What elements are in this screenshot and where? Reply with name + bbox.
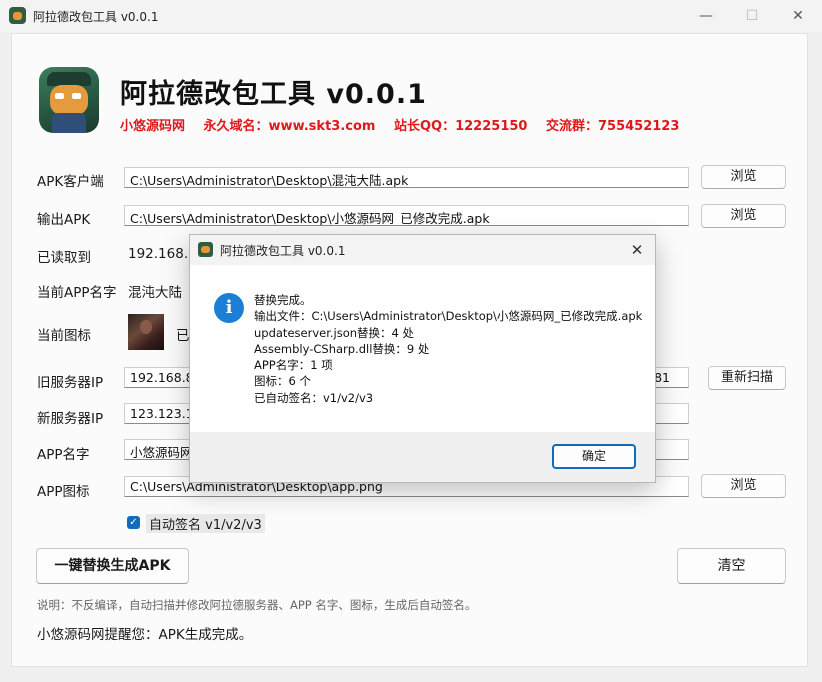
app-logo-icon [39, 67, 99, 133]
maximize-icon[interactable]: ☐ [729, 0, 775, 32]
apk-client-input[interactable]: C:\Users\Administrator\Desktop\混沌大陆.apk [124, 167, 689, 188]
page-title: 阿拉德改包工具 v0.0.1 [120, 79, 427, 110]
old-server-tail: 81 [654, 370, 670, 385]
browse-apk-button[interactable]: 浏览 [701, 165, 786, 189]
message-dialog: 阿拉德改包工具 v0.0.1 ✕ i 替换完成。 输出文件：C:\Users\A… [189, 234, 656, 483]
read-label: 已读取到 [37, 250, 91, 266]
description-note: 说明：不反编译，自动扫描并修改阿拉德服务器、APP 名字、图标，生成后自动签名。 [37, 598, 477, 612]
window-titlebar: 阿拉德改包工具 v0.0.1 — ☐ ✕ [0, 0, 822, 32]
generate-apk-button[interactable]: 一键替换生成APK [36, 548, 189, 584]
auto-sign-checkbox[interactable]: ✓ [127, 516, 140, 529]
dialog-line: Assembly-CSharp.dll替换：9 处 [254, 341, 430, 356]
dialog-close-icon[interactable]: ✕ [625, 239, 649, 261]
output-apk-label: 输出APK [37, 212, 91, 228]
dialog-line: 输出文件：C:\Users\Administrator\Desktop\小悠源码… [254, 309, 643, 324]
current-icon-thumbnail [128, 314, 164, 350]
site-info-group: 交流群：755452123 [545, 119, 680, 134]
dialog-title: 阿拉德改包工具 v0.0.1 [220, 244, 346, 258]
dialog-titlebar: 阿拉德改包工具 v0.0.1 ✕ [190, 235, 655, 265]
current-app-name-label: 当前APP名字 [37, 285, 117, 301]
current-icon-label: 当前图标 [37, 328, 91, 344]
dialog-message: 替换完成。 输出文件：C:\Users\Administrator\Deskto… [254, 292, 642, 406]
auto-sign-label[interactable]: 自动签名 v1/v2/v3 [146, 514, 265, 533]
dialog-ok-button[interactable]: 确定 [552, 444, 636, 469]
output-apk-input[interactable]: C:\Users\Administrator\Desktop\小悠源码网_已修改… [124, 205, 689, 226]
apk-client-label: APK客户端 [37, 174, 104, 190]
clear-button[interactable]: 清空 [677, 548, 786, 584]
site-info-name: 小悠源码网 [120, 119, 186, 134]
current-app-name-value: 混沌大陆 [128, 285, 182, 301]
current-icon-text: 已 [176, 328, 190, 344]
rescan-button[interactable]: 重新扫描 [708, 366, 786, 390]
minimize-icon[interactable]: — [683, 0, 729, 32]
window-title: 阿拉德改包工具 v0.0.1 [33, 10, 159, 24]
status-text: 小悠源码网提醒您：APK生成完成。 [37, 627, 253, 643]
app-logo-icon [9, 7, 26, 24]
close-icon[interactable]: ✕ [775, 0, 821, 32]
site-info-qq: 站长QQ：12225150 [393, 119, 528, 134]
app-logo-icon [198, 242, 213, 257]
old-server-value: 192.168.8. [130, 370, 198, 385]
site-info: 小悠源码网 永久域名：www.skt3.com 站长QQ：12225150 交流… [120, 115, 693, 134]
browse-output-button[interactable]: 浏览 [701, 204, 786, 228]
new-server-label: 新服务器IP [37, 411, 104, 427]
dialog-line: 图标：6 个 [254, 374, 311, 389]
dialog-line: APP名字：1 项 [254, 358, 333, 373]
site-info-domain: 永久域名：www.skt3.com [203, 119, 376, 134]
dialog-line: 已自动签名：v1/v2/v3 [254, 390, 374, 405]
info-icon: i [214, 293, 244, 323]
app-icon-label: APP图标 [37, 484, 90, 500]
dialog-line: updateserver.json替换：4 处 [254, 325, 415, 340]
old-server-label: 旧服务器IP [37, 375, 104, 391]
browse-icon-button[interactable]: 浏览 [701, 474, 786, 498]
app-name-label: APP名字 [37, 447, 90, 463]
dialog-line: 替换完成。 [254, 293, 312, 307]
